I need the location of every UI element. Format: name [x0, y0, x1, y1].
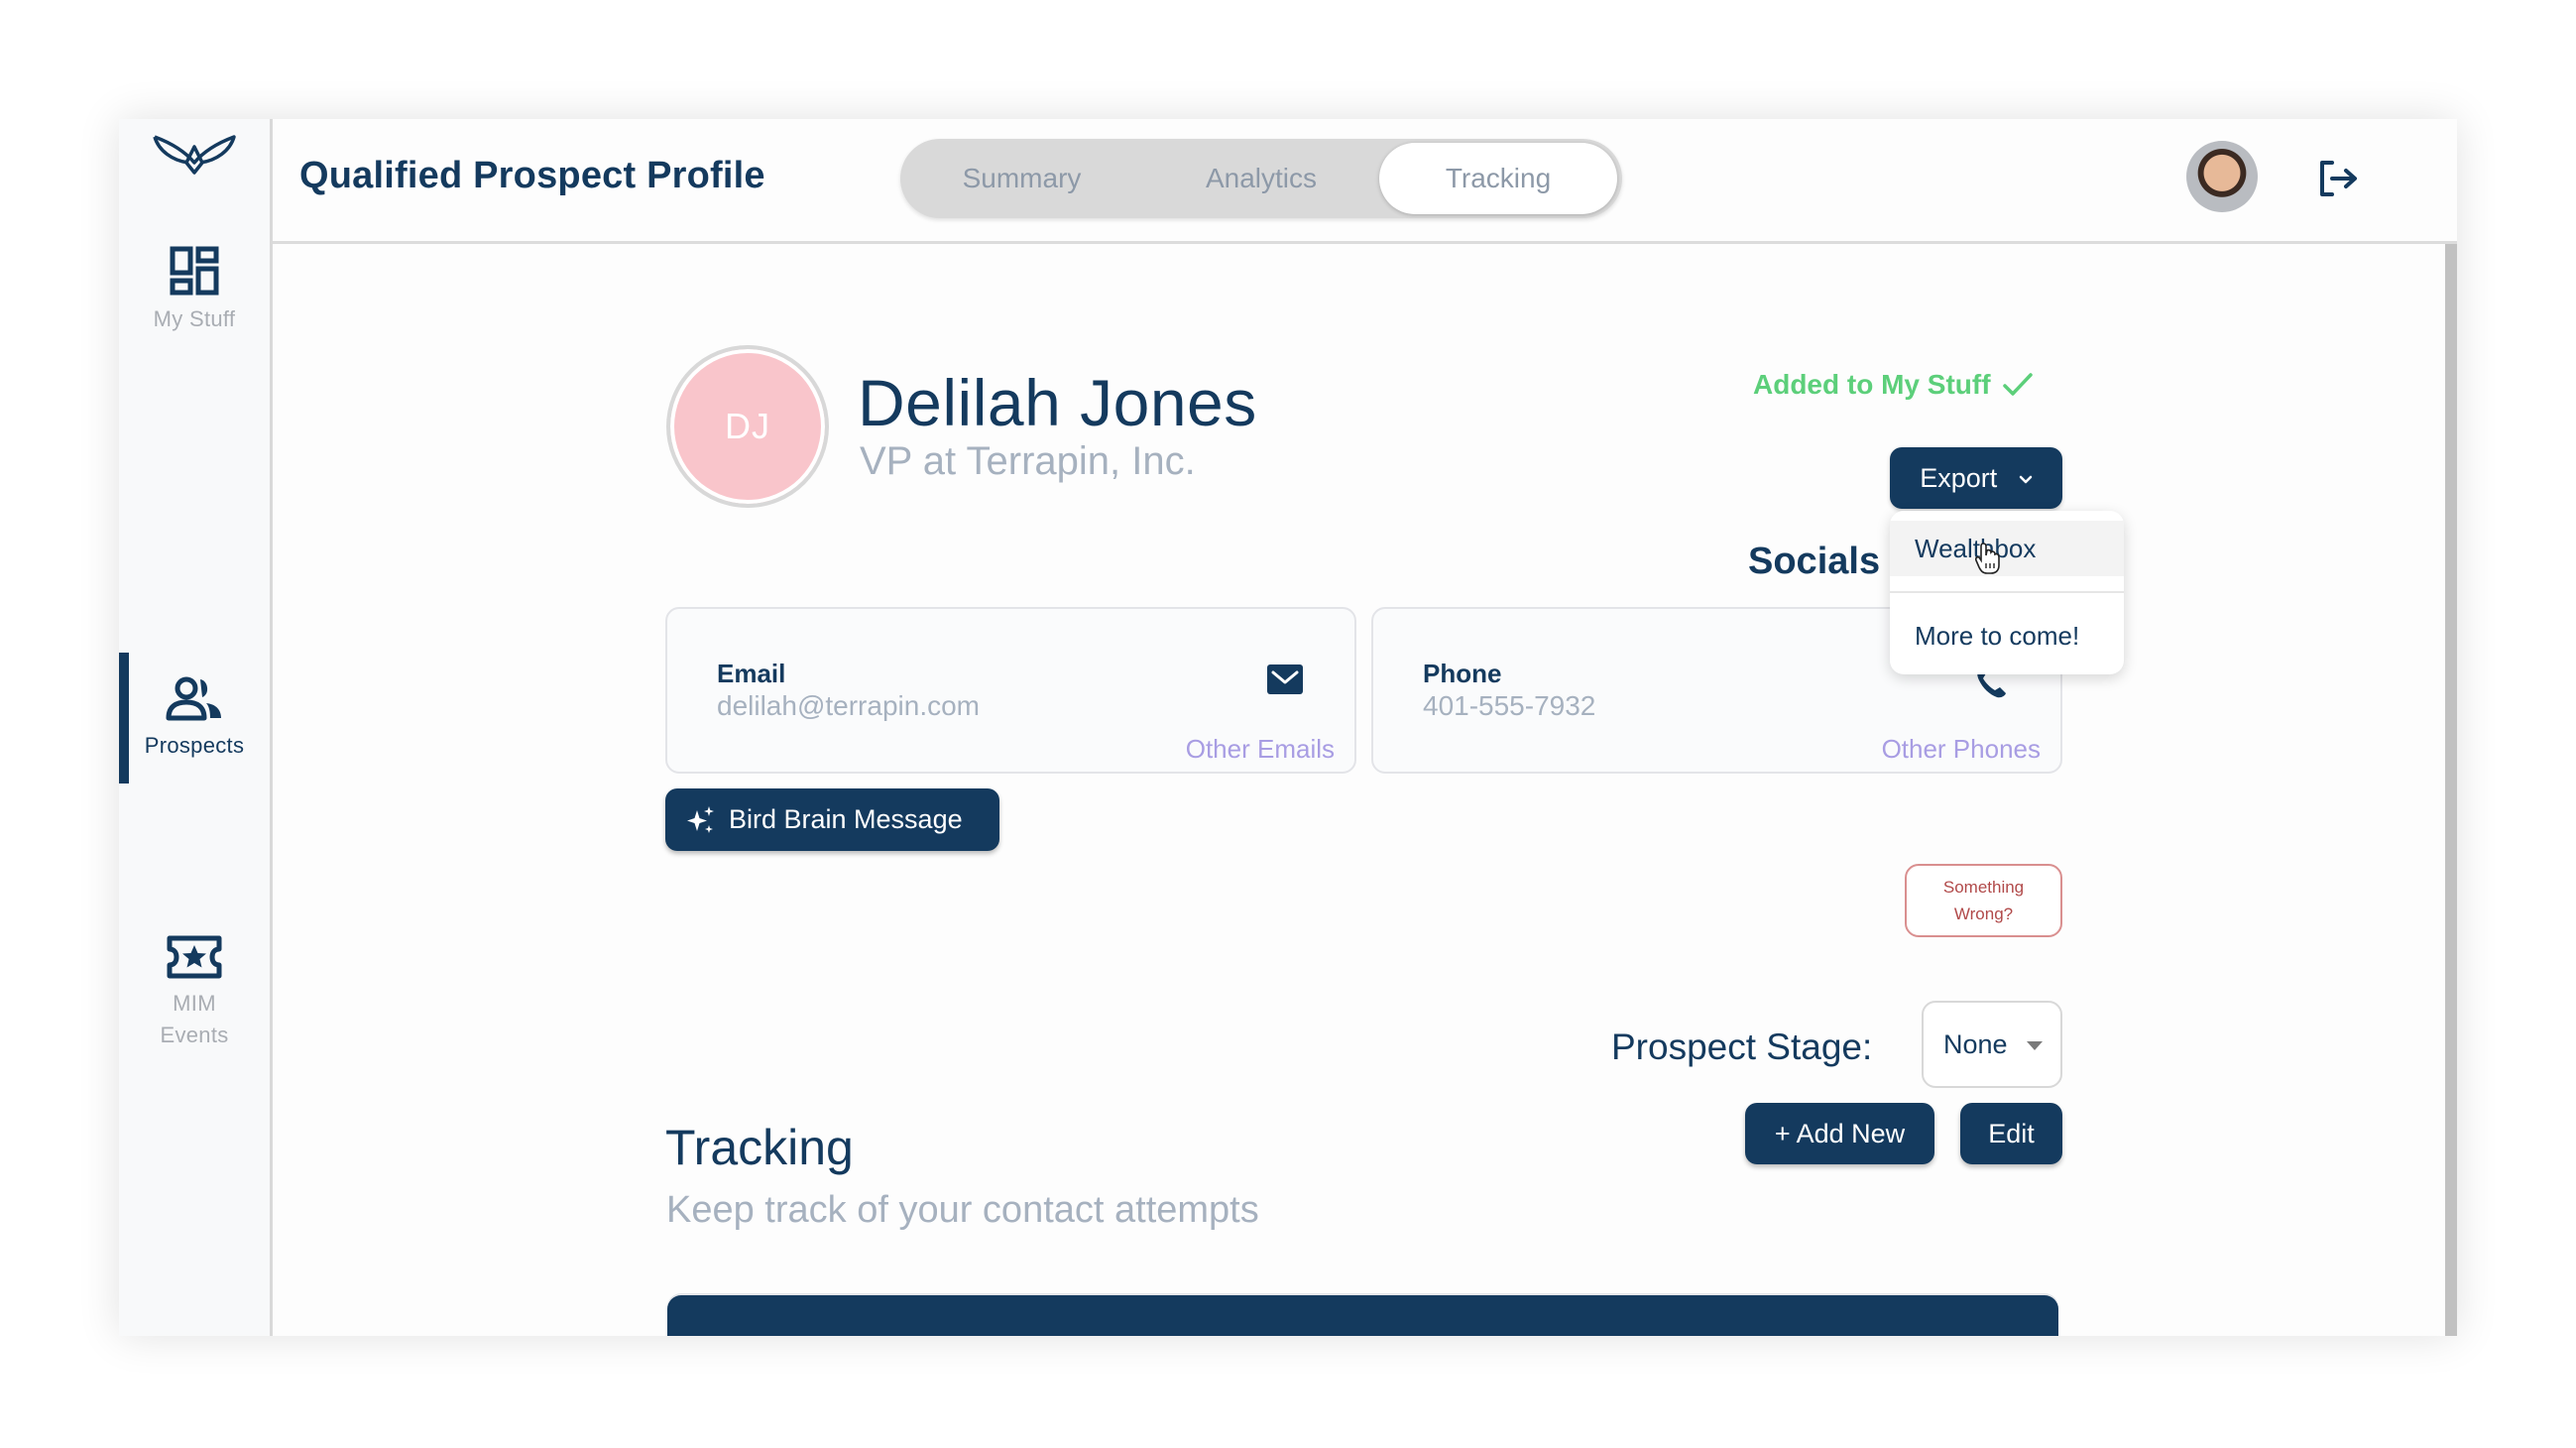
prospect-stage-value: None: [1943, 1029, 2008, 1059]
top-header: Qualified Prospect Profile Summary Analy…: [273, 119, 2457, 244]
something-wrong-button[interactable]: Something Wrong?: [1905, 864, 2062, 937]
phone-label: Phone: [1423, 659, 1502, 688]
bird-brain-message-button[interactable]: Bird Brain Message: [665, 788, 999, 851]
something-wrong-line2: Wrong?: [1953, 905, 2014, 923]
sidebar-item-label: My Stuff: [153, 306, 236, 331]
prospect-stage-select[interactable]: None: [1922, 1001, 2062, 1088]
something-wrong-line1: Something: [1942, 878, 2025, 897]
other-phones-link[interactable]: Other Phones: [1882, 734, 2041, 765]
chevron-down-icon: [2019, 475, 2033, 484]
app-window: My Stuff Prospects MIM Events Qualified …: [119, 119, 2457, 1336]
people-icon: [166, 676, 221, 721]
add-new-button[interactable]: + Add New: [1745, 1103, 1934, 1164]
menu-divider: [1890, 591, 2124, 593]
tab-summary[interactable]: Summary: [900, 139, 1143, 218]
vertical-scrollbar[interactable]: [2445, 244, 2457, 1336]
sidebar: My Stuff Prospects MIM Events: [119, 119, 273, 1336]
logout-icon[interactable]: [2318, 159, 2360, 198]
sidebar-item-label-line1: MIM: [173, 991, 216, 1016]
phone-value: 401-555-7932: [1423, 690, 1596, 721]
prospect-stage-label: Prospect Stage:: [1611, 1026, 1873, 1067]
checkmark-icon: [2003, 373, 2034, 396]
export-label: Export: [1920, 463, 1998, 493]
email-label: Email: [717, 659, 786, 688]
mail-icon[interactable]: [1267, 664, 1303, 694]
caret-down-icon: [2027, 1041, 2043, 1050]
sidebar-item-label: Prospects: [144, 733, 245, 758]
tab-tracking[interactable]: Tracking: [1379, 143, 1617, 214]
tab-bar: Summary Analytics Tracking: [900, 139, 1622, 218]
dashboard-icon: [170, 246, 219, 296]
edit-button[interactable]: Edit: [1960, 1103, 2062, 1164]
ticket-star-icon: [167, 935, 222, 979]
bird-brain-label: Bird Brain Message: [729, 804, 963, 834]
other-emails-link[interactable]: Other Emails: [1186, 734, 1335, 765]
socials-heading: Socials: [1748, 541, 1881, 582]
prospect-title: VP at Terrapin, Inc.: [860, 439, 1196, 483]
sidebar-item-label: MIM Events: [119, 988, 270, 1051]
email-card: Email delilah@terrapin.com Other Emails: [665, 607, 1356, 774]
tracking-subtitle: Keep track of your contact attempts: [666, 1189, 1259, 1231]
tracking-table-header: [667, 1295, 2058, 1336]
main-content: DJ Delilah Jones VP at Terrapin, Inc. Ad…: [273, 244, 2445, 1336]
added-status: Added to My Stuff: [1753, 367, 2034, 403]
prospect-avatar: DJ: [666, 345, 829, 508]
bird-logo-icon[interactable]: [151, 133, 238, 179]
menu-item-wealthbox[interactable]: Wealthbox: [1890, 521, 2124, 576]
sidebar-item-my-stuff[interactable]: My Stuff: [119, 246, 270, 335]
export-dropdown-menu: Wealthbox More to come!: [1890, 511, 2124, 674]
menu-item-more-to-come[interactable]: More to come!: [1890, 608, 2124, 664]
hand-cursor-icon: [1975, 543, 2000, 574]
email-value: delilah@terrapin.com: [717, 690, 980, 721]
sidebar-item-mim-events[interactable]: MIM Events: [119, 934, 270, 1051]
sparkles-icon: [687, 806, 714, 833]
sidebar-item-label-line2: Events: [160, 1023, 229, 1047]
user-avatar[interactable]: [2186, 141, 2258, 212]
sidebar-item-prospects[interactable]: Prospects: [119, 676, 270, 762]
tracking-heading: Tracking: [665, 1120, 854, 1175]
added-status-text: Added to My Stuff: [1753, 369, 1991, 400]
tab-analytics[interactable]: Analytics: [1143, 139, 1379, 218]
prospect-name: Delilah Jones: [858, 366, 1257, 439]
page-title: Qualified Prospect Profile: [299, 155, 765, 196]
export-button[interactable]: Export: [1890, 447, 2062, 509]
